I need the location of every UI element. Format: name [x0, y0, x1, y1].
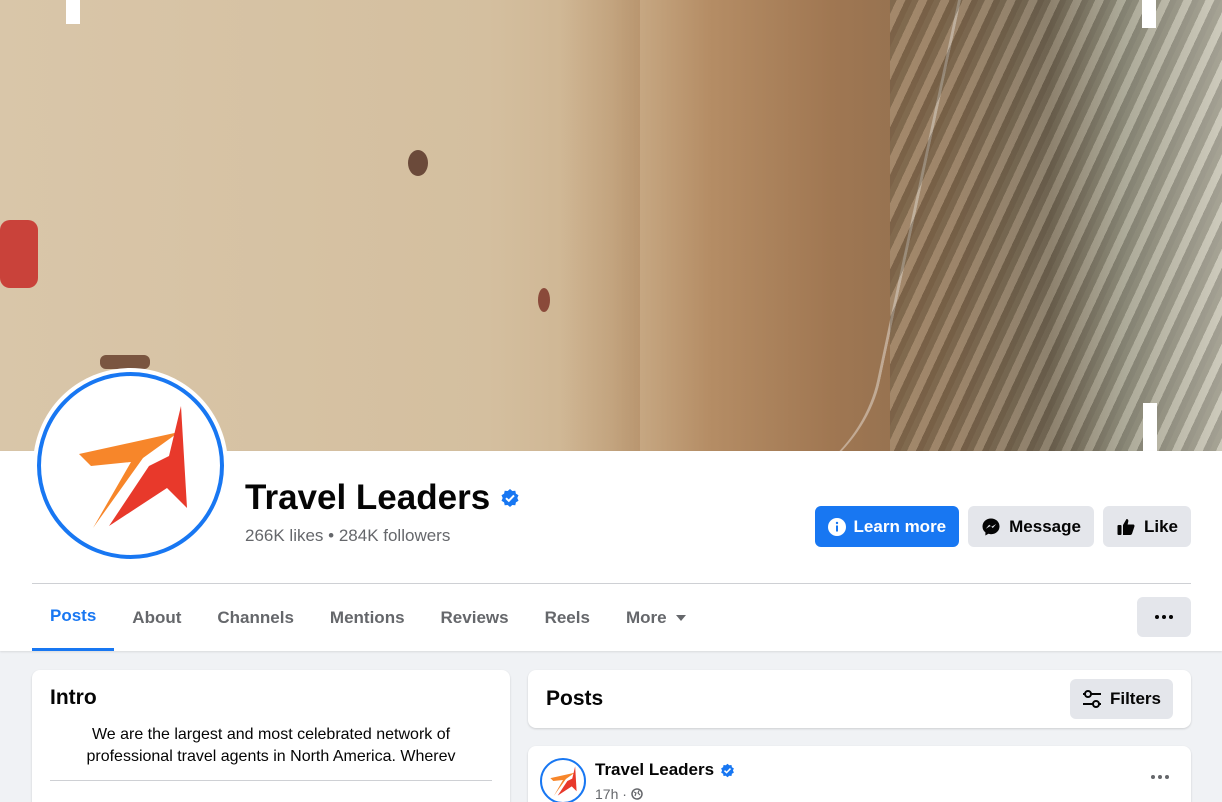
tab-mentions[interactable]: Mentions: [312, 584, 423, 651]
like-label: Like: [1143, 516, 1178, 536]
more-options-button[interactable]: [1137, 597, 1191, 637]
post-options-button[interactable]: [1151, 766, 1169, 784]
tab-label: Channels: [217, 607, 294, 627]
messenger-icon: [982, 518, 1000, 535]
tab-label: Reels: [544, 607, 590, 627]
cover-surf: [890, 0, 1222, 451]
header-actions: Learn more Message Like: [814, 506, 1191, 547]
tab-channels[interactable]: Channels: [199, 584, 312, 651]
travel-leaders-logo-icon: [78, 405, 187, 528]
ellipsis-icon: [1155, 615, 1173, 619]
tab-posts[interactable]: Posts: [32, 584, 115, 651]
page-title-row: Travel Leaders: [245, 478, 520, 518]
cover-beachgoer: [408, 150, 428, 176]
cover-marker: [1143, 403, 1157, 451]
message-label: Message: [1009, 516, 1081, 536]
tab-label: More: [625, 607, 667, 627]
filters-button[interactable]: Filters: [1069, 679, 1173, 719]
posts-title: Posts: [546, 687, 604, 710]
page-stats[interactable]: 266K likes • 284K followers: [245, 526, 450, 546]
caret-down-icon: [675, 614, 686, 621]
tab-label: Reviews: [440, 607, 509, 627]
travel-leaders-logo-icon: [550, 766, 577, 797]
thumbs-up-icon: [1117, 518, 1135, 535]
cover-marker: [66, 0, 80, 24]
cover-wet-sand: [560, 0, 640, 451]
tab-label: About: [132, 607, 182, 627]
tab-reels[interactable]: Reels: [527, 584, 608, 651]
verified-badge-icon: [721, 763, 734, 777]
tab-label: Posts: [50, 606, 97, 625]
cover-marker: [1142, 0, 1156, 28]
info-icon: [827, 517, 846, 536]
post-author-avatar[interactable]: [540, 758, 586, 802]
tab-reviews[interactable]: Reviews: [423, 584, 527, 651]
tab-about[interactable]: About: [114, 584, 199, 651]
learn-more-button[interactable]: Learn more: [814, 506, 960, 547]
globe-icon: [631, 788, 643, 800]
post-timestamp-row: 17h ·: [595, 786, 643, 802]
post-timestamp[interactable]: 17h ·: [595, 786, 627, 802]
tab-more[interactable]: More: [608, 584, 705, 651]
cover-beachgoer: [0, 220, 38, 288]
learn-more-label: Learn more: [853, 516, 947, 536]
filters-label: Filters: [1109, 689, 1161, 708]
cover-beachgoer: [100, 355, 150, 369]
verified-badge-icon: [501, 489, 519, 507]
posts-header-card: Posts Filters: [528, 670, 1191, 728]
post-author-name[interactable]: Travel Leaders: [595, 760, 714, 780]
post-card: Travel Leaders 17h ·: [528, 746, 1191, 802]
sliders-icon: [1082, 690, 1101, 708]
page-name: Travel Leaders: [245, 478, 491, 517]
ellipsis-icon: [1151, 775, 1169, 779]
intro-title: Intro: [50, 686, 97, 709]
like-button[interactable]: Like: [1102, 506, 1191, 547]
intro-divider: [50, 780, 492, 781]
cover-beachgoer: [538, 288, 550, 312]
intro-text: We are the largest and most celebrated n…: [86, 726, 456, 765]
page-tabs: Posts About Channels Mentions Reviews Re…: [32, 584, 705, 651]
avatar-ring: [37, 372, 224, 559]
post-author-row: Travel Leaders: [595, 760, 735, 780]
tab-label: Mentions: [329, 607, 405, 627]
intro-card: Intro We are the largest and most celebr…: [32, 670, 510, 802]
message-button[interactable]: Message: [968, 506, 1094, 547]
profile-avatar[interactable]: [33, 368, 228, 563]
